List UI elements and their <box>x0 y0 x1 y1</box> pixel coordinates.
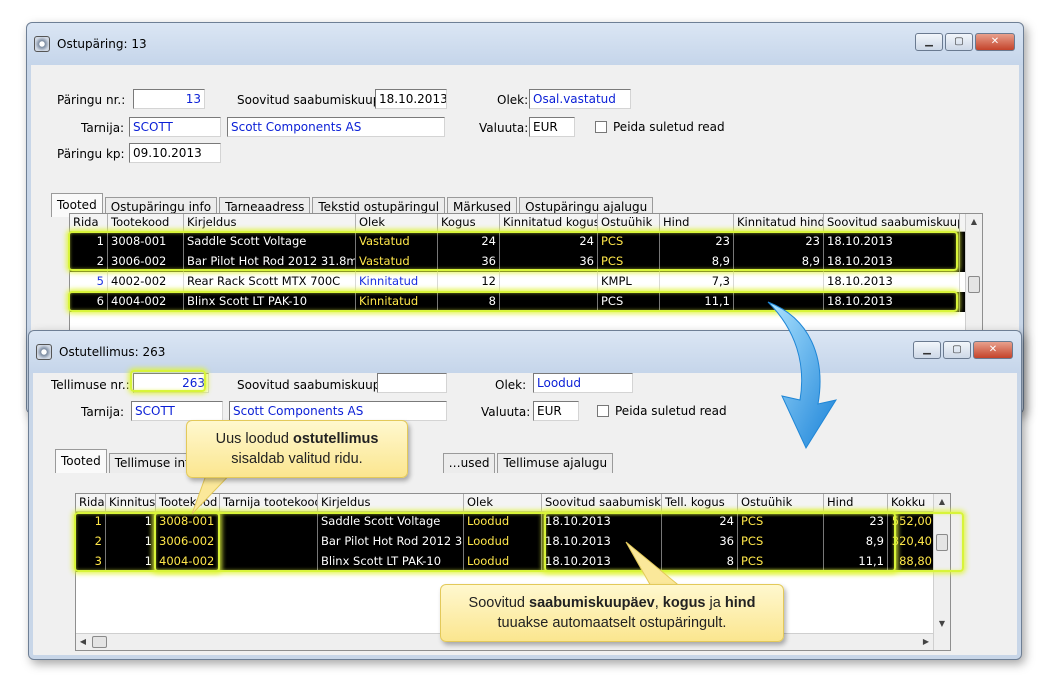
callout-bold: ostutellimus <box>292 431 379 447</box>
tab-tellimuse-ajalugu[interactable]: Tellimuse ajalugu <box>497 453 614 473</box>
callout-autofill: Soovitud saabumiskuupäev, kogus ja hind … <box>440 584 784 642</box>
callout-bold: hind <box>724 595 756 611</box>
callout-text: Soovitud <box>468 595 529 611</box>
table-row[interactable]: 2 1 3006-002 Bar Pilot Hot Rod 2012 31.8… <box>76 532 950 552</box>
order-no-label: Tellimuse nr.: <box>51 378 130 392</box>
scroll-up-icon[interactable]: ▲ <box>934 494 950 510</box>
minimize-icon: ▁ <box>923 344 931 355</box>
scroll-thumb[interactable] <box>968 276 980 293</box>
callout-bold: saabumiskuupäev <box>529 595 655 611</box>
currency-label: Valuuta: <box>479 121 529 135</box>
callout-bold: kogus <box>662 595 706 611</box>
close-icon: ✕ <box>990 36 1000 47</box>
callout-text: tuuakse automaatselt ostupäringult. <box>497 615 727 631</box>
callout-text: sisaldab valitud ridu. <box>231 451 363 467</box>
col-hind[interactable]: Hind <box>660 214 734 231</box>
hide-closed-label: Peida suletud read <box>613 120 725 134</box>
table-row[interactable]: 3 1 4004-002 Blinx Scott LT PAK-10 Loodu… <box>76 552 950 572</box>
request-date-field[interactable]: 09.10.2013 <box>129 143 221 163</box>
agreed-arrival-field[interactable]: 18.10.2013 <box>375 89 447 109</box>
col-tootekood[interactable]: Tootekood <box>108 214 184 231</box>
tab-tooted[interactable]: Tooted <box>55 449 107 473</box>
gear-icon <box>34 36 50 52</box>
gear-icon <box>36 344 52 360</box>
scroll-up-icon[interactable]: ▲ <box>966 214 982 230</box>
order-agreed-arrival-field[interactable] <box>377 373 447 393</box>
table-row[interactable]: 5 4002-002 Rear Rack Scott MTX 700C Kinn… <box>70 272 982 292</box>
col-saabumiskuup[interactable]: Soovitud saabumiskuup. <box>542 494 662 511</box>
scroll-thumb[interactable] <box>936 534 948 551</box>
maximize-icon: ▢ <box>952 344 962 355</box>
col-kinnitatud-hind[interactable]: Kinnitatud hind <box>734 214 824 231</box>
col-kirjeldus[interactable]: Kirjeldus <box>318 494 464 511</box>
callout-text: ja <box>705 595 725 611</box>
order-supplier-code-field[interactable]: SCOTT <box>131 401 223 421</box>
status-label: Olek: <box>497 93 529 107</box>
callout-text: , <box>654 595 663 611</box>
request-window-title: Ostupäring: 13 <box>57 37 147 51</box>
order-supplier-name-field[interactable]: Scott Components AS <box>229 401 447 421</box>
close-button[interactable]: ✕ <box>975 33 1015 51</box>
supplier-label: Tarnija: <box>81 121 125 135</box>
maximize-icon: ▢ <box>954 36 964 47</box>
col-olek[interactable]: Olek <box>356 214 438 231</box>
order-no-field[interactable]: 263 <box>133 373 209 393</box>
request-titlebar[interactable]: Ostupäring: 13 ▁ ▢ ✕ <box>27 23 1023 65</box>
curved-arrow-icon <box>767 301 838 450</box>
grid-header: Rida Tootekood Kirjeldus Olek Kogus Kinn… <box>70 214 982 232</box>
minimize-icon: ▁ <box>925 36 933 47</box>
col-olek[interactable]: Olek <box>464 494 542 511</box>
order-grid-vscroll[interactable]: ▲ ▼ <box>933 494 950 650</box>
col-kirjeldus[interactable]: Kirjeldus <box>184 214 356 231</box>
scroll-down-icon[interactable]: ▼ <box>934 616 950 632</box>
scroll-thumb[interactable] <box>92 636 107 648</box>
table-row[interactable]: 1 3008-001 Saddle Scott Voltage Vastatud… <box>70 232 982 252</box>
supplier-name-field[interactable]: Scott Components AS <box>227 117 445 137</box>
order-status-label: Olek: <box>495 378 527 392</box>
status-field[interactable]: Osal.vastatud <box>529 89 631 109</box>
agreed-arrival-label: Soovitud saabumiskuup.: <box>237 93 389 107</box>
supplier-code-field[interactable]: SCOTT <box>129 117 221 137</box>
request-date-label: Päringu kp: <box>57 147 125 161</box>
order-currency-field[interactable]: EUR <box>533 401 579 421</box>
order-currency-label: Valuuta: <box>481 405 531 419</box>
minimize-button[interactable]: ▁ <box>913 341 941 359</box>
callout-pointer <box>625 541 684 589</box>
col-rida[interactable]: Rida <box>76 494 106 511</box>
col-kinnitus[interactable]: Kinnitus <box>106 494 156 511</box>
callout-new-order: Uus loodud ostutellimus sisaldab valitud… <box>186 420 408 478</box>
table-row[interactable]: 2 3006-002 Bar Pilot Hot Rod 2012 31.8mm… <box>70 252 982 272</box>
col-ostuuhik[interactable]: Ostuühik <box>598 214 660 231</box>
tab-markused[interactable]: …used <box>442 453 496 473</box>
maximize-button[interactable]: ▢ <box>943 341 971 359</box>
request-no-label: Päringu nr.: <box>57 93 126 107</box>
close-button[interactable]: ✕ <box>973 341 1013 359</box>
order-titlebar[interactable]: Ostutellimus: 263 ▁ ▢ ✕ <box>29 331 1021 373</box>
scroll-left-icon[interactable]: ◀ <box>76 634 90 650</box>
order-hide-closed-label: Peida suletud read <box>615 404 727 418</box>
col-kokku[interactable]: Kokku <box>888 494 936 511</box>
col-tell-kogus[interactable]: Tell. kogus <box>662 494 738 511</box>
currency-field[interactable]: EUR <box>529 117 575 137</box>
callout-text: Uus loodud <box>215 431 293 447</box>
scroll-right-icon[interactable]: ▶ <box>919 634 933 650</box>
maximize-button[interactable]: ▢ <box>945 33 973 51</box>
order-window-title: Ostutellimus: 263 <box>59 345 166 359</box>
col-ostuuhik[interactable]: Ostuühik <box>738 494 824 511</box>
col-kinnitatud-kogus[interactable]: Kinnitatud kogus <box>500 214 598 231</box>
col-saabumiskuup[interactable]: Soovitud saabumiskuup. <box>824 214 960 231</box>
close-icon: ✕ <box>988 344 998 355</box>
hide-closed-checkbox[interactable] <box>595 121 607 133</box>
col-kogus[interactable]: Kogus <box>438 214 500 231</box>
order-agreed-arrival-label: Soovitud saabumiskuup.: <box>237 378 389 392</box>
col-rida[interactable]: Rida <box>70 214 108 231</box>
order-status-field[interactable]: Loodud <box>533 373 633 393</box>
order-supplier-label: Tarnija: <box>81 405 125 419</box>
order-hide-closed-checkbox[interactable] <box>597 405 609 417</box>
minimize-button[interactable]: ▁ <box>915 33 943 51</box>
col-hind[interactable]: Hind <box>824 494 888 511</box>
request-no-field[interactable]: 13 <box>133 89 205 109</box>
